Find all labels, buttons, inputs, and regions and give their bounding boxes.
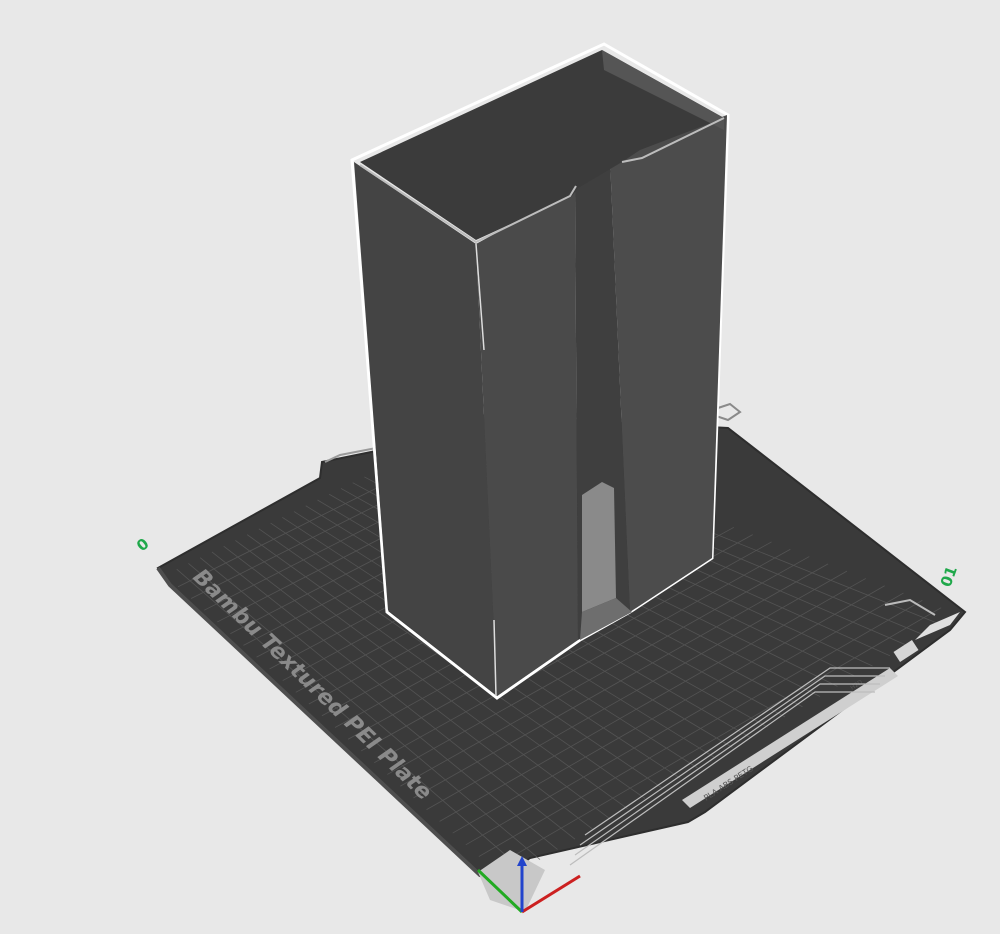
plate-back-logo [714,402,742,422]
model-right-face [610,115,727,612]
axis-label-origin-right: 01 [937,564,961,590]
axis-label-origin-left: 0 [133,535,153,555]
scene-canvas[interactable]: Bambu Textured PEI Plate PLA ABS PETG H2… [0,0,1000,930]
model-channel-slot [582,482,616,612]
3d-viewport[interactable]: Bambu Textured PEI Plate PLA ABS PETG H2… [0,0,1000,930]
